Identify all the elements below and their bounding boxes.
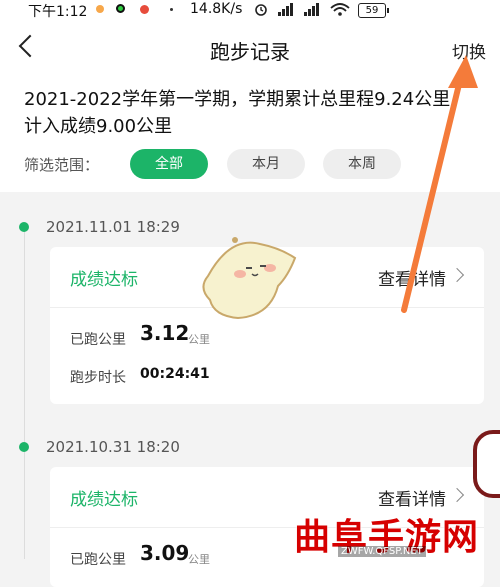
mascot-sticker-icon — [202, 237, 297, 320]
distance-value: 3.09 — [140, 541, 190, 565]
duration-label: 跑步时长 — [70, 370, 126, 386]
record-datetime: 2021.10.31 18:20 — [46, 438, 180, 456]
record-status: 成绩达标 — [70, 490, 138, 510]
battery-level: 59 — [365, 5, 379, 16]
view-detail-link[interactable]: 查看详情 — [378, 265, 446, 290]
chevron-right-icon[interactable] — [449, 487, 465, 503]
status-time: 下午1:12 — [28, 4, 88, 20]
filter-option-month[interactable]: 本月 — [227, 149, 305, 179]
app-indicator-icon — [116, 4, 125, 13]
timeline-dot — [19, 222, 29, 232]
wifi-icon — [330, 3, 350, 16]
distance-value: 3.12 — [140, 321, 190, 345]
view-detail-link[interactable]: 查看详情 — [378, 485, 446, 510]
notification-dot-icon — [96, 5, 104, 13]
status-bar: 下午1:12 14.8K/s 59 — [0, 0, 500, 20]
distance-unit: 公里 — [188, 553, 210, 566]
navigation-bar: 跑步记录 切换 — [0, 20, 500, 80]
battery-icon: 59 — [358, 3, 389, 18]
more-dot-icon — [170, 8, 173, 11]
filter-label: 筛选范围： — [24, 156, 100, 174]
filter-option-all[interactable]: 全部 — [130, 149, 208, 179]
watermark-url: ZWFW.QFSP.NET — [338, 546, 426, 557]
distance-unit: 公里 — [188, 333, 210, 346]
weibo-icon — [140, 5, 149, 14]
record-datetime: 2021.11.01 18:29 — [46, 218, 180, 236]
record-status: 成绩达标 — [70, 270, 138, 290]
semester-summary: 2021-2022学年第一学期，学期累计总里程9.24公里，计入成绩9.00公里 — [24, 89, 469, 137]
timeline-dot — [19, 442, 29, 452]
switch-button[interactable]: 切换 — [452, 38, 486, 63]
timeline-line — [24, 226, 25, 559]
chevron-right-icon[interactable] — [449, 267, 465, 283]
signal-1-icon — [278, 3, 293, 16]
duration-value: 00:24:41 — [140, 366, 210, 382]
page-title: 跑步记录 — [210, 40, 290, 64]
filter-option-week[interactable]: 本周 — [323, 149, 401, 179]
watermark-logo-icon — [473, 430, 500, 498]
distance-label: 已跑公里 — [70, 332, 126, 348]
alarm-icon — [255, 4, 267, 16]
network-speed: 14.8K/s — [190, 1, 243, 17]
distance-label: 已跑公里 — [70, 552, 126, 568]
signal-2-icon — [304, 3, 319, 16]
summary-section: 2021-2022学年第一学期，学期累计总里程9.24公里，计入成绩9.00公里… — [0, 80, 500, 192]
